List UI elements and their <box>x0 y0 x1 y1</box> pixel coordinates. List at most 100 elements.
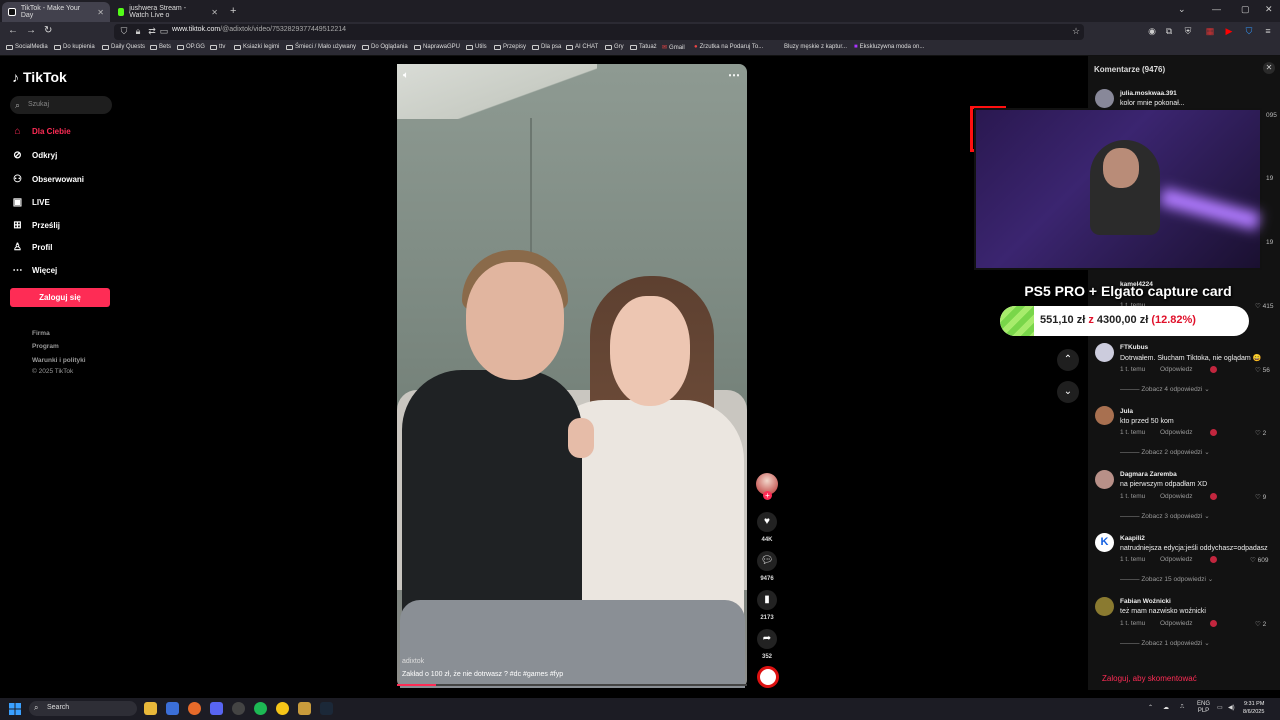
bookmark-folder[interactable]: NaprawaGPU <box>414 44 460 50</box>
chrome-icon[interactable] <box>232 702 245 715</box>
close-window-button[interactable]: ✕ <box>1265 4 1273 15</box>
bookmark-folder[interactable]: Gry <box>605 44 624 50</box>
store-icon[interactable] <box>166 702 179 715</box>
comment-username[interactable]: FTKubus <box>1120 344 1148 351</box>
firefox-icon[interactable] <box>188 702 201 715</box>
app-icon[interactable] <box>276 702 289 715</box>
back-icon[interactable]: ← <box>8 25 18 36</box>
comment-button[interactable]: 💬︎ <box>757 551 777 571</box>
nav-live[interactable]: ▣ LIVE <box>12 197 50 208</box>
comment-avatar[interactable] <box>1095 343 1114 362</box>
vpn-icon[interactable]: ⛨ <box>1183 26 1193 36</box>
volume-tray-icon[interactable]: ◀) <box>1228 704 1235 711</box>
nav-for-you[interactable]: ⌂ Dla Ciebie <box>12 126 70 137</box>
music-disc-icon[interactable] <box>757 666 779 688</box>
footer-terms-link[interactable]: Warunki i polityki <box>32 357 86 364</box>
bookmark-folder[interactable]: Bets <box>150 44 171 50</box>
comment-avatar[interactable] <box>1095 470 1114 489</box>
bookmark-folder[interactable]: Przepisy <box>494 44 526 50</box>
login-to-comment-link[interactable]: Zaloguj, aby skomentować <box>1102 674 1197 683</box>
close-tab-icon[interactable]: ✕ <box>211 8 218 17</box>
bookmark-folder[interactable]: Do Oglądania <box>362 44 408 50</box>
view-replies-button[interactable]: ——— Zobacz 3 odpowiedzi ⌄ <box>1120 512 1210 520</box>
extension-red-icon[interactable]: ▦ <box>1205 26 1215 36</box>
login-button[interactable]: Zaloguj się <box>10 288 110 307</box>
comment-avatar[interactable] <box>1095 406 1114 425</box>
bookmark-moda[interactable]: ■ Ekskluzywna moda on... <box>854 44 924 50</box>
save-button[interactable]: ▮ <box>757 590 777 610</box>
video-author[interactable]: adixtok <box>402 658 424 665</box>
maximize-button[interactable]: ▢ <box>1241 4 1250 15</box>
video-progress-bar[interactable] <box>397 684 747 686</box>
comment-avatar[interactable] <box>1095 597 1114 616</box>
minimize-button[interactable]: — <box>1212 4 1221 14</box>
bitwarden-icon[interactable]: ⛉ <box>1244 26 1254 36</box>
bookmark-zrzutka[interactable]: ● Zrzutka na Podaruj To... <box>694 44 763 50</box>
comment-like-count[interactable]: ♡ 609 <box>1250 556 1269 564</box>
view-replies-button[interactable]: ——— Zobacz 4 odpowiedzi ⌄ <box>1120 385 1210 393</box>
menu-icon[interactable]: ≡ <box>1263 26 1273 36</box>
reply-button[interactable]: Odpowiedz <box>1160 620 1193 627</box>
reload-icon[interactable]: ↻ <box>44 25 52 36</box>
tray-overflow-icon[interactable]: ⌃ <box>1148 704 1153 711</box>
bookmark-folder[interactable]: SocialMedia <box>6 44 48 50</box>
lock-icon[interactable]: 🔒︎ <box>133 26 143 36</box>
share-button[interactable]: ➦ <box>757 629 777 649</box>
bookmark-folder[interactable]: OP.GG <box>177 44 205 50</box>
comment-like-count[interactable]: ♡ 9 <box>1255 493 1266 501</box>
spotify-icon[interactable] <box>254 702 267 715</box>
file-explorer-icon[interactable] <box>144 702 157 715</box>
nav-explore[interactable]: ⊘ Odkryj <box>12 150 57 161</box>
system-clock[interactable]: 9:31 PM 8/6/2025 <box>1243 700 1264 716</box>
forward-icon[interactable]: → <box>26 25 36 36</box>
footer-company-link[interactable]: Firma <box>32 330 50 337</box>
follow-plus-icon[interactable]: + <box>763 491 772 500</box>
permissions-icon[interactable]: ⇄ <box>147 26 157 36</box>
list-tabs-icon[interactable]: ⌄ <box>1178 4 1186 15</box>
bookmark-star-icon[interactable]: ☆ <box>1071 26 1081 36</box>
extensions-icon[interactable]: ⧉ <box>1164 26 1174 36</box>
comment-like-count[interactable]: ♡ 415 <box>1255 302 1274 310</box>
bookmark-folder[interactable]: Tatuaż <box>630 44 657 50</box>
bookmark-folder[interactable]: Utils <box>466 44 487 50</box>
bookmark-folder[interactable]: AI CHAT <box>566 44 598 50</box>
video-more-icon[interactable]: ⋯ <box>728 68 740 82</box>
like-button[interactable]: ♥ <box>757 512 777 532</box>
shield-icon[interactable]: ⛉ <box>119 26 129 36</box>
taskbar-search-input[interactable] <box>29 701 137 716</box>
nav-more[interactable]: ⋯ Więcej <box>12 265 58 276</box>
bookmark-folder[interactable]: Ksiazki legimi <box>234 44 279 50</box>
comment-username[interactable]: Fabian Woźnicki <box>1120 598 1171 605</box>
url-text[interactable]: www.tiktok.com/@adixtok/video/7532829377… <box>172 26 346 33</box>
search-input[interactable] <box>10 96 112 114</box>
nav-following[interactable]: ⚇ Obserwowani <box>12 174 84 185</box>
comment-username[interactable]: Jula <box>1120 408 1133 415</box>
view-replies-button[interactable]: ——— Zobacz 15 odpowiedzi ⌄ <box>1120 575 1213 583</box>
reply-button[interactable]: Odpowiedz <box>1160 366 1193 373</box>
comment-username[interactable]: julia.moskwaa.391 <box>1120 90 1177 97</box>
comment-avatar[interactable]: K <box>1095 533 1114 552</box>
volume-icon[interactable]: 🔈︎ <box>403 70 409 81</box>
tab-kick-stream[interactable]: jushwera Stream - Watch Live o ✕ <box>112 2 224 22</box>
bookmark-folder[interactable]: Dla psa <box>532 44 561 50</box>
bookmark-gmail[interactable]: ✉ Gmail <box>662 44 685 52</box>
reply-button[interactable]: Odpowiedz <box>1160 493 1193 500</box>
youtube-extension-icon[interactable]: ▶ <box>1224 26 1234 36</box>
comment-like-count[interactable]: ♡ 2 <box>1255 620 1266 628</box>
comment-like-count[interactable]: ♡ 56 <box>1255 366 1270 374</box>
next-video-button[interactable]: ⌄ <box>1057 381 1079 403</box>
screen-share-icon[interactable]: ▭ <box>159 26 169 36</box>
bookmark-folder[interactable]: ttv <box>210 44 225 50</box>
windows-start-icon[interactable] <box>9 703 21 715</box>
close-tab-icon[interactable]: ✕ <box>97 8 104 17</box>
bookmark-folder[interactable]: Daily Quests <box>102 44 145 50</box>
reply-button[interactable]: Odpowiedz <box>1160 429 1193 436</box>
network-icon[interactable]: ▭ <box>1217 704 1223 711</box>
discord-icon[interactable] <box>210 702 223 715</box>
tab-tiktok[interactable]: TikTok - Make Your Day ✕ <box>2 2 110 22</box>
comment-username[interactable]: Kaapili2 <box>1120 535 1145 542</box>
league-client-icon[interactable] <box>298 702 311 715</box>
footer-program-link[interactable]: Program <box>32 343 59 350</box>
tiktok-logo[interactable]: ♪ TikTok <box>12 69 67 85</box>
bookmark-bluzy[interactable]: Bluzy męskie z kaptur... <box>784 44 847 50</box>
